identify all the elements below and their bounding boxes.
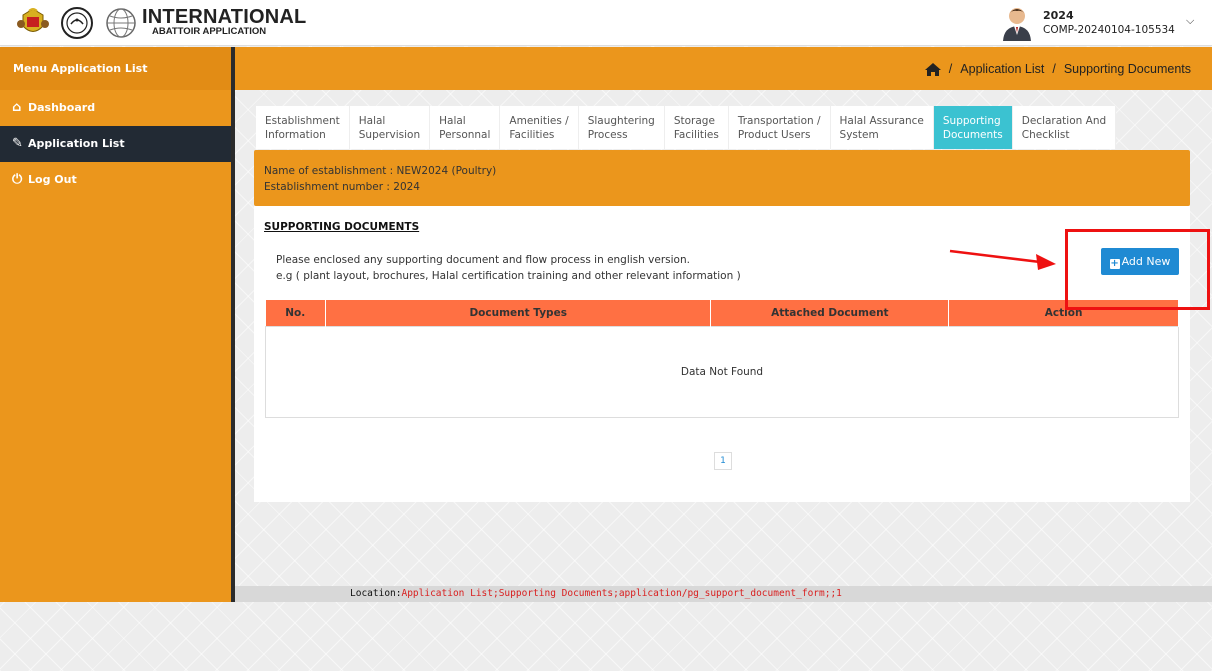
tab-halal-personnal[interactable]: Halal Personnal <box>430 106 501 149</box>
annotation-highlight-box <box>1065 229 1210 310</box>
user-avatar[interactable] <box>1000 5 1034 41</box>
chevron-down-icon[interactable]: ⌵ <box>1186 14 1194 28</box>
column-header-document-types: Document Types <box>325 300 712 326</box>
halal-logo <box>61 7 93 39</box>
tab-declaration-and-checklist[interactable]: Declaration And Checklist <box>1013 106 1117 149</box>
location-value: Application List;Supporting Documents;ap… <box>401 588 842 599</box>
user-id: COMP-20240104-105534 <box>1043 24 1175 36</box>
power-icon: ⏻ <box>12 172 23 187</box>
breadcrumb: / Application List / Supporting Document… <box>924 62 1199 76</box>
empty-message: Data Not Found <box>265 325 1179 418</box>
location-label: Location: <box>350 588 402 599</box>
instructions: Please enclosed any supporting document … <box>276 254 741 282</box>
breadcrumb-supporting-documents[interactable]: Supporting Documents <box>1064 62 1191 76</box>
form-tabs: Establishment Information Halal Supervisio… <box>256 106 1117 149</box>
sidebar-divider <box>231 47 235 602</box>
tab-halal-assurance-system[interactable]: Halal Assurance System <box>831 106 934 149</box>
tab-storage-facilities[interactable]: Storage Facilities <box>665 106 729 149</box>
home-icon[interactable] <box>924 62 941 76</box>
sidebar-item-dashboard[interactable]: ⌂ Dashboard <box>0 90 231 126</box>
breadcrumb-bar: / Application List / Supporting Document… <box>235 47 1212 90</box>
location-footer: Location:Application List;Supporting Doc… <box>235 586 1212 602</box>
sidebar-item-label: Application List <box>28 137 125 150</box>
sidebar-item-label: Log Out <box>28 173 77 186</box>
tab-supporting-documents[interactable]: Supporting Documents <box>933 106 1013 149</box>
sidebar-item-application-list[interactable]: ✎ Application List <box>0 126 231 162</box>
globe-logo <box>106 8 136 38</box>
user-year: 2024 <box>1043 9 1074 22</box>
sidebar-item-log-out[interactable]: ⏻ Log Out <box>0 162 231 198</box>
documents-table: No. Document Types Attached Document Act… <box>265 300 1179 418</box>
edit-icon: ✎ <box>12 136 23 151</box>
annotation-arrow-icon <box>949 249 1056 270</box>
home-icon: ⌂ <box>12 100 22 115</box>
sidebar-item-label: Dashboard <box>28 101 96 114</box>
tab-halal-supervision[interactable]: Halal Supervision <box>350 106 431 149</box>
establishment-number: Establishment number : 2024 <box>264 181 420 193</box>
column-header-attached-document: Attached Document <box>710 300 950 326</box>
sidebar-title: Menu Application List <box>0 47 231 90</box>
malaysia-crest-logo <box>17 8 49 32</box>
tab-transportation-product-users[interactable]: Transportation / Product Users <box>729 106 831 149</box>
tab-amenities-facilities[interactable]: Amenities / Facilities <box>500 106 579 149</box>
column-header-no: No. <box>265 300 326 326</box>
brand-subtitle: ABATTOIR APPLICATION <box>152 26 267 37</box>
establishment-info-banner: Name of establishment : NEW2024 (Poultry… <box>254 150 1190 206</box>
tab-slaughtering-process[interactable]: Slaughtering Process <box>579 106 665 149</box>
tab-establishment-information[interactable]: Establishment Information <box>256 106 350 149</box>
breadcrumb-application-list[interactable]: Application List <box>960 62 1044 76</box>
sidebar: Menu Application List ⌂ Dashboard ✎ Appl… <box>0 47 231 602</box>
top-header: INTERNATIONAL ABATTOIR APPLICATION 2024 … <box>0 0 1212 46</box>
section-title: SUPPORTING DOCUMENTS <box>264 221 420 233</box>
establishment-name: Name of establishment : NEW2024 (Poultry… <box>264 165 497 177</box>
pagination-page-1[interactable]: 1 <box>714 452 732 470</box>
table-row: Data Not Found <box>265 325 1179 418</box>
